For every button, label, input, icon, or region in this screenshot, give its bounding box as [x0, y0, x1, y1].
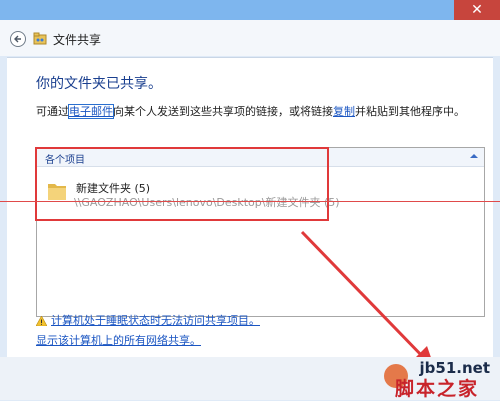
- email-link[interactable]: 电子邮件: [68, 104, 114, 119]
- sleep-warning[interactable]: 计算机处于睡眠状态时无法访问共享项目。: [36, 312, 260, 328]
- desc-text-middle: 向某个人发送到这些共享项的链接，或将链接: [113, 105, 333, 118]
- annotation-box: [35, 147, 329, 221]
- collapse-icon[interactable]: [470, 152, 478, 160]
- network-shares-link[interactable]: 显示该计算机上的所有网络共享。: [36, 332, 201, 348]
- annotation-arrow: [300, 230, 436, 372]
- close-button[interactable]: ✕: [454, 0, 500, 20]
- watermark-site-name: 脚本之家: [395, 378, 480, 400]
- dialog-title: 文件共享: [53, 33, 102, 47]
- copy-link[interactable]: 复制: [333, 105, 355, 118]
- desc-text-start: 可通过: [36, 105, 69, 118]
- dialog-titlebar: 文件共享: [0, 20, 500, 56]
- sleep-warning-link[interactable]: 计算机处于睡眠状态时无法访问共享项目。: [51, 314, 260, 327]
- page-heading: 你的文件夹已共享。: [36, 76, 162, 92]
- annotation-line: [0, 201, 500, 202]
- desc-text-end: 并粘贴到其他程序中。: [355, 105, 465, 118]
- share-icon: [33, 32, 47, 45]
- back-button[interactable]: [10, 31, 26, 47]
- warning-icon: [36, 316, 47, 326]
- share-description: 可通过电子邮件向某个人发送到这些共享项的链接，或将链接复制并粘贴到其他程序中。: [36, 103, 465, 119]
- window-frame-top: [0, 0, 500, 20]
- back-arrow-icon: [14, 35, 21, 43]
